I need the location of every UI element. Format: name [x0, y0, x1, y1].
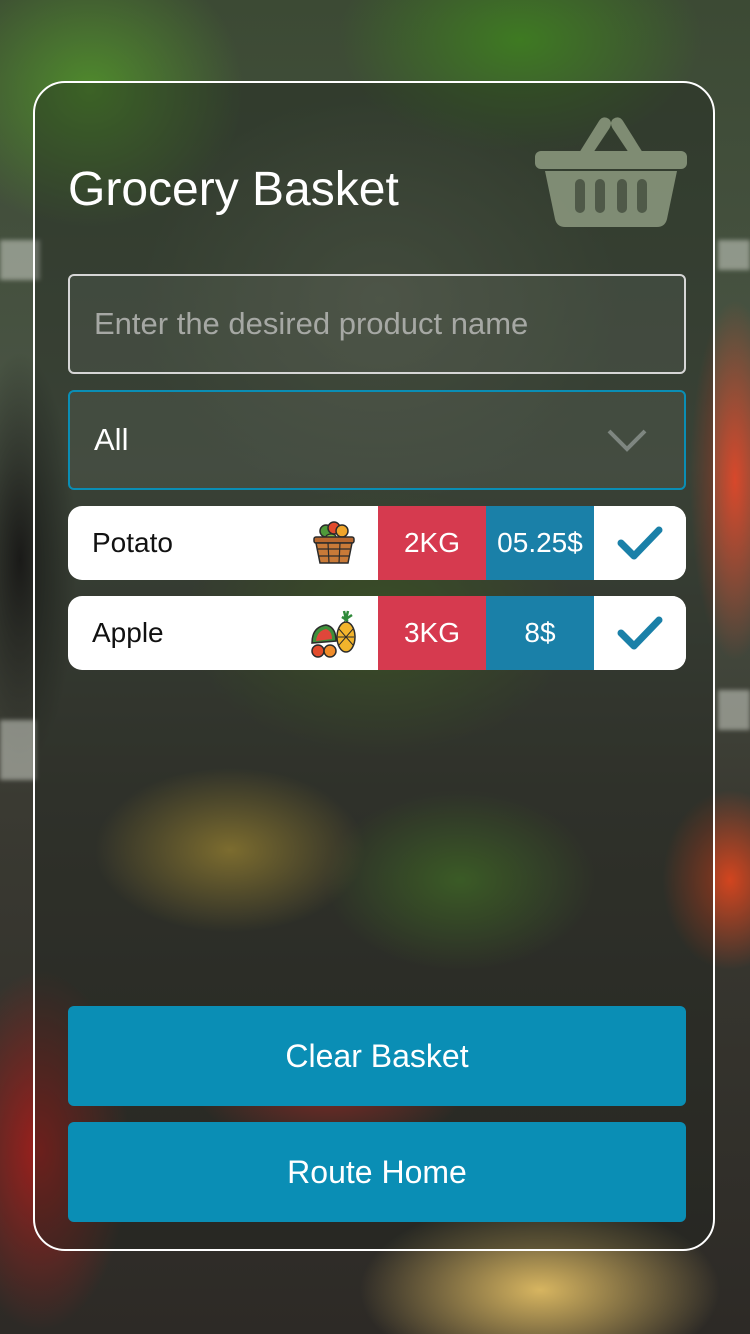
route-home-button[interactable]: Route Home	[68, 1122, 686, 1222]
category-select-value: All	[94, 422, 129, 457]
category-select[interactable]: All	[68, 390, 686, 490]
basket-card: Grocery Basket All Potato	[33, 81, 715, 1251]
item-price: 05.25$	[486, 506, 594, 580]
basket-item: Potato 2KG 05.25$	[68, 506, 686, 580]
chevron-down-icon	[607, 429, 647, 452]
vegetable-basket-icon	[313, 521, 355, 564]
basket-list: Potato 2KG 05.25$ Apple 3KG 8$	[68, 506, 686, 686]
item-name-cell: Potato	[68, 506, 378, 580]
item-check-button[interactable]	[594, 506, 686, 580]
item-quantity: 3KG	[378, 596, 486, 670]
page-title: Grocery Basket	[68, 163, 399, 216]
checkmark-icon	[617, 616, 663, 650]
item-quantity: 2KG	[378, 506, 486, 580]
item-name: Apple	[92, 617, 164, 648]
product-search-input[interactable]	[68, 274, 686, 374]
item-check-button[interactable]	[594, 596, 686, 670]
fruits-icon	[311, 610, 356, 658]
item-name-cell: Apple	[68, 596, 378, 670]
basket-icon	[535, 117, 687, 227]
checkmark-icon	[617, 526, 663, 560]
clear-basket-button[interactable]: Clear Basket	[68, 1006, 686, 1106]
item-name: Potato	[92, 527, 173, 558]
item-price: 8$	[486, 596, 594, 670]
basket-item: Apple 3KG 8$	[68, 596, 686, 670]
